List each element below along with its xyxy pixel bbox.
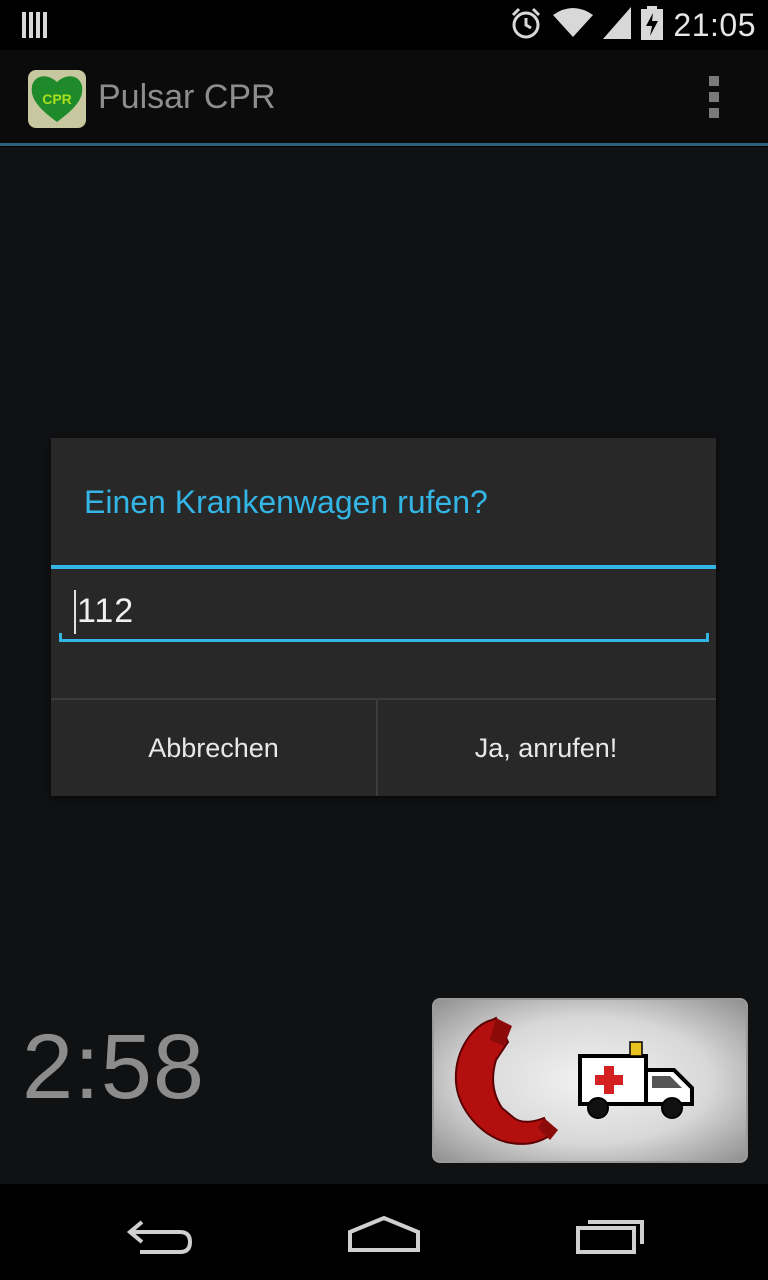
call-ambulance-dialog: Einen Krankenwagen rufen? 112 Abbrechen …: [51, 438, 716, 796]
navigation-bar: [0, 1184, 768, 1280]
status-time: 21:05: [673, 7, 756, 43]
cancel-button[interactable]: Abbrechen: [51, 700, 378, 796]
app-icon: CPR: [28, 70, 86, 128]
overflow-menu-icon[interactable]: [702, 76, 726, 122]
app-title: Pulsar CPR: [98, 78, 276, 116]
countdown-timer: 2:58: [22, 1016, 206, 1118]
phone-number-input[interactable]: 112: [59, 588, 709, 642]
dialog-title-divider: [51, 565, 716, 569]
input-underline: [59, 633, 709, 642]
confirm-call-button[interactable]: Ja, anrufen!: [378, 700, 714, 796]
phone-number-value: 112: [77, 592, 135, 630]
battery-charging-icon: [641, 6, 664, 45]
phone-handset-icon: [454, 1016, 558, 1145]
home-icon[interactable]: [344, 1208, 424, 1258]
dialog-title: Einen Krankenwagen rufen?: [84, 484, 488, 520]
call-ambulance-button[interactable]: [432, 998, 748, 1163]
alarm-icon: [509, 6, 543, 45]
status-bar: 21:05: [0, 0, 768, 50]
signal-bars-icon: [22, 10, 48, 43]
app-icon-label: CPR: [42, 91, 72, 107]
action-bar: CPR Pulsar CPR: [0, 50, 768, 146]
back-icon[interactable]: [120, 1208, 200, 1258]
ambulance-icon: [578, 1041, 694, 1119]
dialog-button-bar: Abbrechen Ja, anrufen!: [51, 698, 716, 796]
wifi-icon: [553, 7, 594, 44]
recents-icon[interactable]: [570, 1208, 650, 1258]
cell-signal-icon: [603, 7, 632, 44]
text-cursor: [74, 590, 76, 634]
